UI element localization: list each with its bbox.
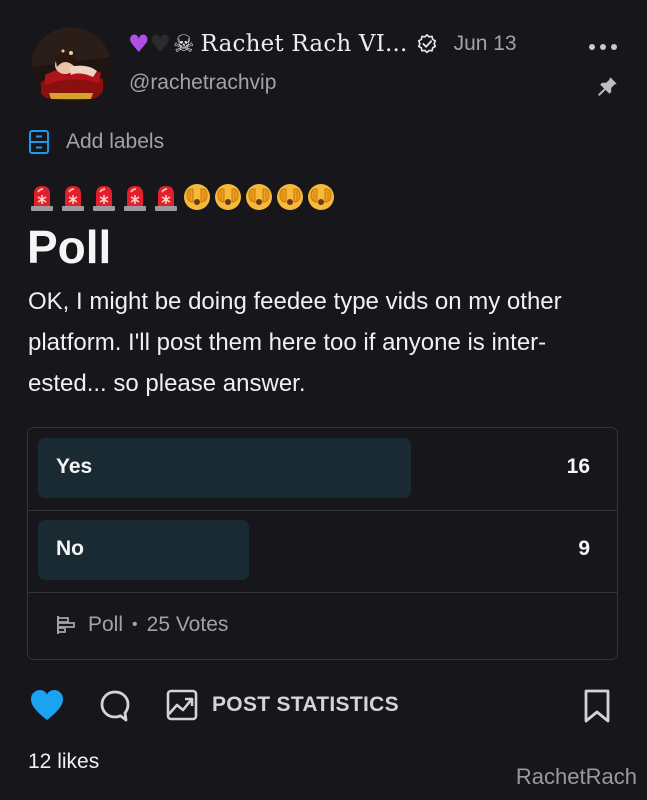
heart-icon bbox=[31, 690, 63, 720]
poll-total-votes: 25 Votes bbox=[146, 613, 229, 636]
add-labels-label[interactable]: Add labels bbox=[66, 130, 164, 154]
author-avatar[interactable] bbox=[31, 27, 111, 107]
police-light-icon bbox=[155, 186, 177, 211]
poll-icon bbox=[57, 616, 75, 634]
poll-option-no[interactable]: No 9 bbox=[28, 510, 617, 593]
face-peeking-icon bbox=[308, 184, 334, 210]
verified-badge-icon bbox=[416, 33, 438, 55]
watermark: RachetRach bbox=[515, 764, 637, 789]
police-light-icon bbox=[31, 186, 53, 211]
black-heart-icon: ♥ bbox=[149, 30, 172, 58]
author-handle[interactable]: @rachetrachvip bbox=[129, 71, 276, 95]
skull-icon: ☠ bbox=[173, 30, 195, 58]
poll-separator: • bbox=[132, 616, 138, 633]
face-peeking-icon bbox=[184, 184, 210, 210]
author-display-name[interactable]: Rachet Rach VI... bbox=[201, 31, 408, 57]
face-peeking-icon bbox=[215, 184, 241, 210]
comment-icon bbox=[100, 690, 130, 722]
add-labels-button[interactable]: Add labels bbox=[28, 129, 164, 155]
bookmark-icon bbox=[584, 689, 610, 723]
police-light-icon bbox=[93, 186, 115, 211]
poll-option-votes: 16 bbox=[566, 455, 590, 478]
poll-type-label: Poll bbox=[88, 613, 124, 636]
like-button[interactable] bbox=[29, 688, 65, 722]
face-peeking-icon bbox=[277, 184, 303, 210]
purple-heart-icon: ♥ bbox=[128, 30, 150, 58]
police-light-icon bbox=[124, 186, 146, 211]
poll-option-yes[interactable]: Yes 16 bbox=[28, 428, 617, 511]
post-title: Poll bbox=[27, 221, 112, 273]
poll-footer: Poll • 25 Votes bbox=[55, 613, 228, 637]
emoji-line bbox=[28, 182, 335, 212]
pin-icon[interactable] bbox=[597, 75, 619, 102]
author-name-row[interactable]: ♥ ♥ ☠ Rachet Rach VI... Jun 13 bbox=[128, 28, 517, 60]
poll-option-votes: 9 bbox=[578, 537, 590, 560]
bookmark-button[interactable] bbox=[581, 688, 613, 724]
more-options-icon[interactable] bbox=[589, 44, 617, 50]
post-body: OK, I might be doing feedee type vids on… bbox=[28, 288, 562, 397]
stats-chart-icon bbox=[166, 689, 198, 721]
post-statistics-button[interactable]: POST STATISTICS bbox=[165, 688, 399, 722]
comment-button[interactable] bbox=[98, 688, 132, 724]
post-actions: POST STATISTICS bbox=[29, 688, 619, 724]
poll: Yes 16 No 9 Poll • 25 Votes bbox=[27, 427, 618, 660]
poll-option-label: Yes bbox=[56, 455, 93, 478]
labels-icon bbox=[29, 130, 49, 154]
post-statistics-label[interactable]: POST STATISTICS bbox=[212, 693, 399, 717]
police-light-icon bbox=[62, 186, 84, 211]
likes-count[interactable]: 12 likes bbox=[28, 750, 99, 774]
poll-option-label: No bbox=[56, 537, 84, 560]
face-peeking-icon bbox=[246, 184, 272, 210]
post-date: Jun 13 bbox=[453, 32, 517, 55]
poll-option-fill bbox=[38, 438, 411, 498]
